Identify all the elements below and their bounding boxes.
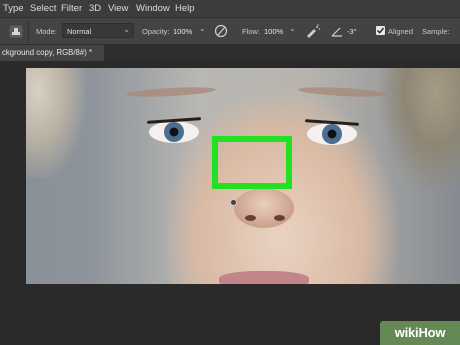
options-divider xyxy=(28,21,29,43)
menu-window[interactable]: Window xyxy=(136,3,170,14)
menu-select[interactable]: Select xyxy=(30,3,56,14)
flow-label: Flow: xyxy=(242,27,260,36)
flow-chevron-icon[interactable]: ⌄ xyxy=(289,24,296,33)
mode-label: Mode: xyxy=(36,27,57,36)
opacity-chevron-icon[interactable]: ⌄ xyxy=(199,24,206,33)
menu-bar: Type Select Filter 3D View Window Help xyxy=(0,0,460,17)
document-tab[interactable]: ckground copy, RGB/8#) * × xyxy=(0,45,104,61)
left-eye xyxy=(149,121,199,143)
nose-piercing xyxy=(230,199,237,206)
menu-3d[interactable]: 3D xyxy=(89,3,101,14)
right-eyebrow xyxy=(297,85,389,99)
aligned-checkbox[interactable] xyxy=(376,26,385,35)
angle-icon xyxy=(331,25,343,37)
left-nostril xyxy=(245,215,256,221)
airbrush-icon[interactable] xyxy=(305,24,321,38)
clone-stamp-icon[interactable] xyxy=(9,25,23,38)
document-tab-title: ckground copy, RGB/8#) * xyxy=(2,48,92,57)
right-nostril xyxy=(274,215,285,221)
flow-value[interactable]: 100% xyxy=(264,27,283,36)
menu-type[interactable]: Type xyxy=(3,3,24,14)
pressure-opacity-icon[interactable] xyxy=(214,24,228,38)
mode-dropdown[interactable]: Normal ⌄ xyxy=(62,23,134,38)
wikihow-watermark: wikiHow xyxy=(380,321,460,345)
document-tab-bar: ckground copy, RGB/8#) * × xyxy=(0,45,460,61)
chevron-down-icon: ⌄ xyxy=(123,25,130,34)
menu-help[interactable]: Help xyxy=(175,3,195,14)
sample-label: Sample: xyxy=(422,27,450,36)
aligned-label: Aligned xyxy=(388,27,414,36)
angle-value[interactable]: -3° xyxy=(347,27,357,36)
opacity-value[interactable]: 100% xyxy=(173,27,192,36)
right-eye xyxy=(307,123,357,145)
lips xyxy=(219,271,309,284)
left-eyebrow xyxy=(125,85,217,99)
menu-view[interactable]: View xyxy=(108,3,128,14)
menu-filter[interactable]: Filter xyxy=(61,3,82,14)
right-iris xyxy=(322,124,342,144)
nose xyxy=(234,188,294,228)
highlight-box xyxy=(212,136,292,189)
mode-value: Normal xyxy=(67,27,92,36)
left-iris xyxy=(164,122,184,142)
hair-left xyxy=(26,68,86,178)
tool-options-bar: Mode: Normal ⌄ Opacity: 100% ⌄ Flow: 100… xyxy=(0,17,460,45)
opacity-label: Opacity: xyxy=(142,27,170,36)
hair-right xyxy=(380,68,460,188)
